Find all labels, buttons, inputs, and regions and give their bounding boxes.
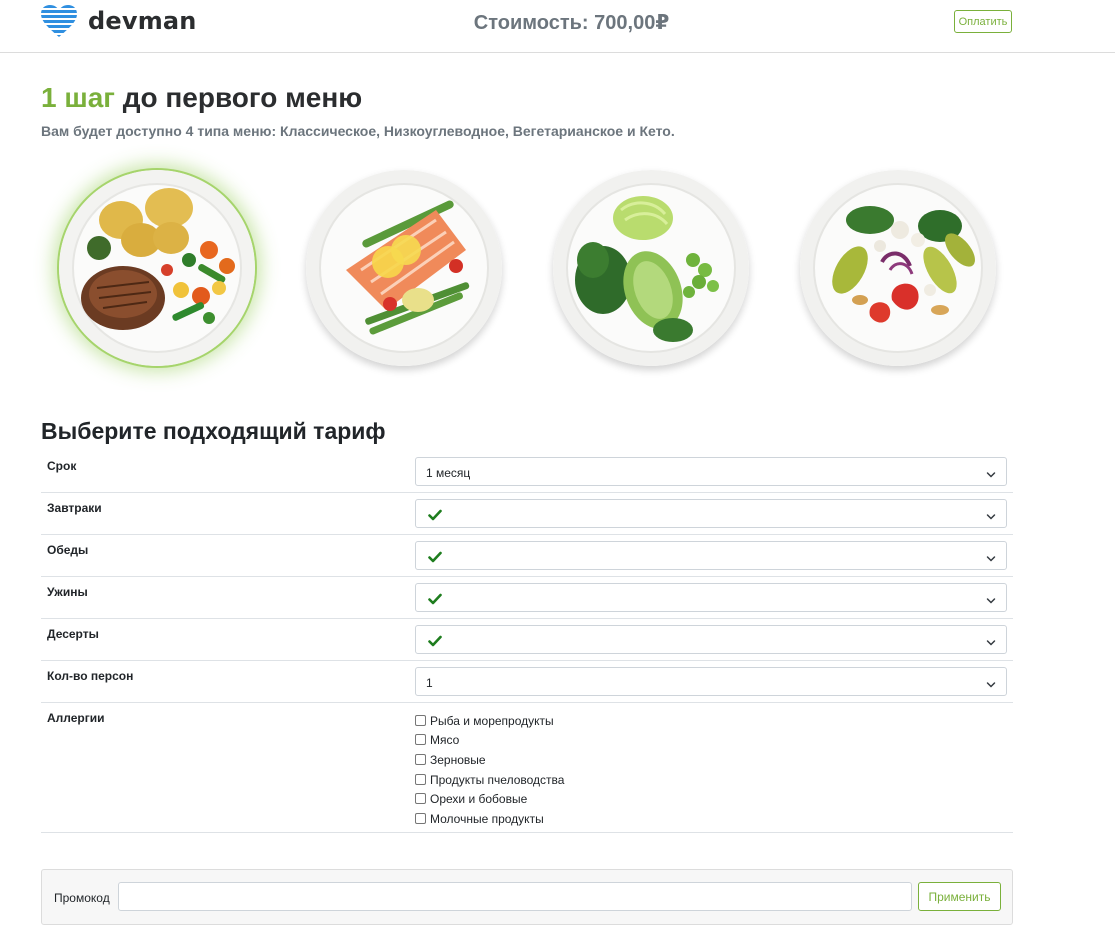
veggie-dish-image [553,170,749,366]
term-label: Срок [47,459,77,473]
tariff-row-allergies: Аллергии Рыба и морепродукты Мясо Зернов… [41,703,1013,833]
tariff-row-term: Срок 1 месяц [41,451,1013,493]
promo-input[interactable] [118,882,912,911]
page-title: 1 шаг до первого меню [41,82,362,114]
tariff-row-breakfasts: Завтраки [41,493,1013,535]
menu-card-vegetarian[interactable] [553,170,749,366]
tariff-row-dinners: Ужины [41,577,1013,619]
allergy-option-label: Зерновые [430,752,486,767]
lunches-label: Обеды [47,543,89,557]
dinners-select[interactable] [415,583,1007,612]
allergy-option-label: Мясо [430,733,460,748]
top-bar: devman Стоимость: 700,00₽ Оплатить [0,0,1115,53]
tariff-row-persons: Кол-во персон 1 [41,661,1013,703]
page-subtitle: Вам будет доступно 4 типа меню: Классиче… [41,123,675,139]
lunches-select[interactable] [415,541,1007,570]
allergy-checkbox[interactable] [415,793,426,805]
step-number: 1 шаг [41,82,115,113]
allergy-checkbox[interactable] [415,812,426,824]
desserts-select[interactable] [415,625,1007,654]
chevron-down-icon [986,593,996,611]
allergy-checkbox[interactable] [415,773,426,785]
chevron-down-icon [986,677,996,695]
keto-dish-image [800,170,996,366]
persons-label: Кол-во персон [47,669,134,683]
check-icon [428,592,442,610]
allergy-checkbox[interactable] [415,753,426,765]
term-select[interactable]: 1 месяц [415,457,1007,486]
allergy-option-fish[interactable]: Рыба и морепродукты [415,711,564,731]
allergy-checkbox[interactable] [415,734,426,746]
persons-select-value: 1 [426,676,433,690]
allergies-label: Аллергии [47,711,105,725]
check-icon [428,508,442,526]
allergy-option-grains[interactable]: Зерновые [415,750,564,770]
apply-promo-button[interactable]: Применить [918,882,1001,911]
chevron-down-icon [986,635,996,653]
promo-section: Промокод Применить [41,869,1013,925]
tariff-row-lunches: Обеды [41,535,1013,577]
menu-card-low-carb[interactable] [306,170,502,366]
allergy-option-label: Молочные продукты [430,811,544,826]
dinners-label: Ужины [47,585,88,599]
check-icon [428,550,442,568]
allergy-option-dairy[interactable]: Молочные продукты [415,809,564,829]
allergy-list: Рыба и морепродукты Мясо Зерновые Продук… [415,711,564,829]
persons-select[interactable]: 1 [415,667,1007,696]
allergy-option-label: Рыба и морепродукты [430,713,554,728]
price-total: Стоимость: 700,00₽ [473,12,670,34]
pay-button[interactable]: Оплатить [954,10,1012,33]
promo-label: Промокод [54,891,110,905]
allergy-option-meat[interactable]: Мясо [415,731,564,751]
breakfasts-label: Завтраки [47,501,102,515]
step-title-text: до первого меню [114,82,363,113]
chevron-down-icon [986,551,996,569]
allergy-checkbox[interactable] [415,714,426,726]
allergy-option-bee-products[interactable]: Продукты пчеловодства [415,770,564,790]
chevron-down-icon [986,467,996,485]
check-icon [428,634,442,652]
tariff-title: Выберите подходящий тариф [41,418,386,444]
term-select-value: 1 месяц [426,466,471,480]
classic-dish-image [59,170,255,366]
menu-card-keto[interactable] [800,170,996,366]
menu-card-classic[interactable] [59,170,255,366]
allergy-option-label: Орехи и бобовые [430,792,528,807]
allergy-option-nuts-legumes[interactable]: Орехи и бобовые [415,789,564,809]
tariff-row-desserts: Десерты [41,619,1013,661]
chevron-down-icon [986,509,996,527]
salmon-dish-image [306,170,502,366]
allergy-option-label: Продукты пчеловодства [430,772,565,787]
desserts-label: Десерты [47,627,99,641]
breakfasts-select[interactable] [415,499,1007,528]
